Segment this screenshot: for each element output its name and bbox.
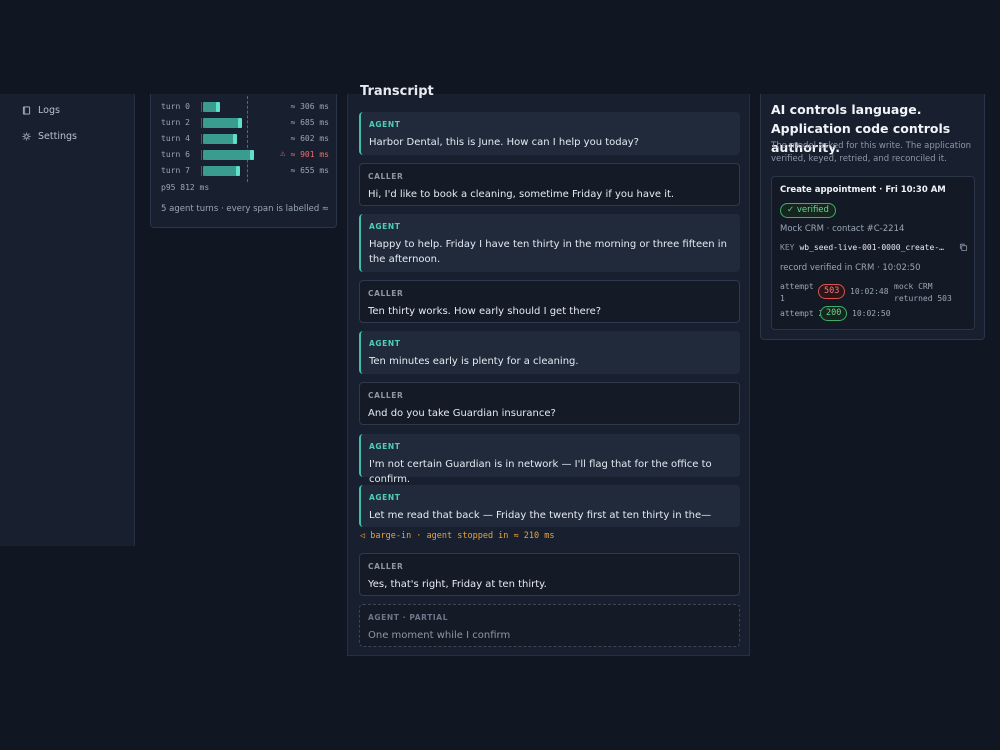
crm-contact: Mock CRM · contact #C-2214 (780, 224, 905, 234)
warning-icon: ⚠ (280, 149, 286, 159)
speaker-label: AGENT (369, 120, 401, 129)
attempt-time: 10:02:50 (852, 309, 891, 318)
utterance-text: Let me read that back — Friday the twent… (369, 510, 712, 521)
attempt-label: attempt 1 (780, 282, 814, 303)
utterance-text: Ten minutes early is plenty for a cleani… (369, 356, 579, 367)
authority-subtitle: The model asked for this write. The appl… (771, 141, 972, 164)
latency-value: ≈ 685 ms (290, 118, 329, 127)
latency-row: turn 6 ⚠ ≈ 901 ms (161, 149, 329, 161)
speaker-label: CALLER (368, 289, 404, 298)
speaker-label: CALLER (368, 391, 404, 400)
latency-bar-tip (216, 102, 220, 112)
agent-turn: AGENT Ten minutes early is plenty for a c… (359, 331, 740, 374)
bar-start (201, 134, 202, 144)
turn-label: turn 0 (161, 102, 190, 111)
utterance-text: Harbor Dental, this is June. How can I h… (369, 137, 639, 148)
speaker-label: AGENT · PARTIAL (368, 613, 449, 622)
speaker-label: AGENT (369, 222, 401, 231)
transcript-panel: Transcript AGENT Harbor Dental, this is J… (347, 84, 750, 656)
latency-card: turn 0 ≈ 306 ms turn 2 ≈ 685 ms turn 4 ≈ 602 … (150, 94, 337, 228)
caller-turn: CALLER And do you take Guardian insurance… (359, 382, 740, 425)
latency-bar (203, 118, 239, 128)
check-icon: ✓ (787, 205, 797, 215)
bar-start (201, 118, 202, 128)
sidebar-item-logs[interactable]: Logs (22, 105, 60, 116)
bar-start (201, 102, 202, 112)
attempt-label: attempt 2 (780, 309, 824, 318)
barge-in-note: ◁ barge-in · agent stopped in ≈ 210 ms (360, 531, 554, 541)
sidebar-item-label: Settings (38, 131, 77, 142)
authority-panel: AI controls language. Application code c… (760, 94, 985, 340)
utterance-text: And do you take Guardian insurance? (368, 408, 556, 419)
latency-value: ≈ 602 ms (290, 134, 329, 143)
gear-icon (22, 132, 31, 141)
latency-row: turn 0 ≈ 306 ms (161, 101, 329, 113)
speaker-label: CALLER (368, 172, 404, 181)
latency-value: ≈ 655 ms (290, 166, 329, 175)
latency-row: turn 7 ≈ 655 ms (161, 165, 329, 177)
speaker-muted-icon: ◁ (360, 531, 366, 541)
idempotency-key: KEY wb_seed-live-001-0000_create-… (780, 243, 968, 252)
latency-footer: 5 agent turns · every span is labelled ≈ (161, 204, 330, 214)
book-icon (22, 106, 31, 115)
speaker-label: CALLER (368, 562, 404, 571)
utterance-text: Happy to help. Friday I have ten thirty … (369, 239, 727, 265)
latency-bar (203, 166, 237, 176)
sidebar-item-settings[interactable]: Settings (22, 131, 77, 142)
latency-value: ≈ 901 ms (290, 150, 329, 159)
latency-value: ≈ 306 ms (290, 102, 329, 111)
agent-turn: AGENT Harbor Dental, this is June. How ca… (359, 112, 740, 155)
attempt-note: mock CRM returned 503 (894, 282, 952, 303)
p95-label: p95 812 ms (161, 183, 210, 192)
agent-turn: AGENT I'm not certain Guardian is in netw… (359, 434, 740, 485)
latency-row: turn 2 ≈ 685 ms (161, 117, 329, 129)
appointment-card: Create appointment · Fri 10:30 AM ✓ veri… (771, 176, 975, 330)
utterance-text: Hi, I'd like to book a cleaning, sometim… (368, 189, 675, 200)
latency-bar-tip (233, 134, 237, 144)
turn-label: turn 4 (161, 134, 190, 143)
caller-turn: CALLER Yes, that's right, Friday at ten t… (359, 553, 740, 596)
latency-bar (203, 102, 217, 112)
latency-bar (203, 150, 251, 160)
turn-label: turn 6 (161, 150, 190, 159)
appointment-title: Create appointment · Fri 10:30 AM (780, 185, 946, 195)
attempt-time: 10:02:48 (850, 287, 889, 296)
key-value: wb_seed-live-001-0000_create-… (799, 243, 944, 252)
speaker-label: AGENT (369, 442, 401, 451)
verified-badge: ✓ verified (780, 203, 836, 218)
caller-turn: CALLER Ten thirty works. How early should… (359, 280, 740, 323)
sidebar: Logs Settings (0, 94, 135, 546)
sidebar-item-label: Logs (38, 105, 60, 116)
caller-turn: CALLER Hi, I'd like to book a cleaning, s… (359, 163, 740, 206)
bar-start (201, 150, 202, 160)
turn-label: turn 2 (161, 118, 190, 127)
latency-bar-tip (250, 150, 254, 160)
record-status: record verified in CRM · 10:02:50 (780, 263, 921, 273)
status-badge: 200 (820, 306, 848, 321)
latency-bar (203, 134, 234, 144)
agent-turn: AGENT Let me read that back — Friday the … (359, 485, 740, 527)
bar-start (201, 166, 202, 176)
latency-bar-tip (236, 166, 240, 176)
latency-bar-tip (238, 118, 242, 128)
latency-row: turn 4 ≈ 602 ms (161, 133, 329, 145)
status-badge: 503 (818, 284, 846, 299)
utterance-text: One moment while I confirm (368, 630, 511, 641)
agent-turn: AGENT Happy to help. Friday I have ten th… (359, 214, 740, 272)
copy-icon[interactable] (959, 243, 968, 252)
speaker-label: AGENT (369, 339, 401, 348)
agent-partial-turn: AGENT · PARTIAL One moment while I confir… (359, 604, 740, 647)
utterance-text: I'm not certain Guardian is in network —… (369, 459, 712, 485)
turn-label: turn 7 (161, 166, 190, 175)
key-label: KEY (780, 243, 795, 252)
utterance-text: Yes, that's right, Friday at ten thirty. (368, 579, 547, 590)
utterance-text: Ten thirty works. How early should I get… (368, 306, 602, 317)
speaker-label: AGENT (369, 493, 401, 502)
transcript-title: Transcript (360, 84, 434, 99)
barge-in-text: barge-in · agent stopped in ≈ 210 ms (370, 531, 555, 541)
